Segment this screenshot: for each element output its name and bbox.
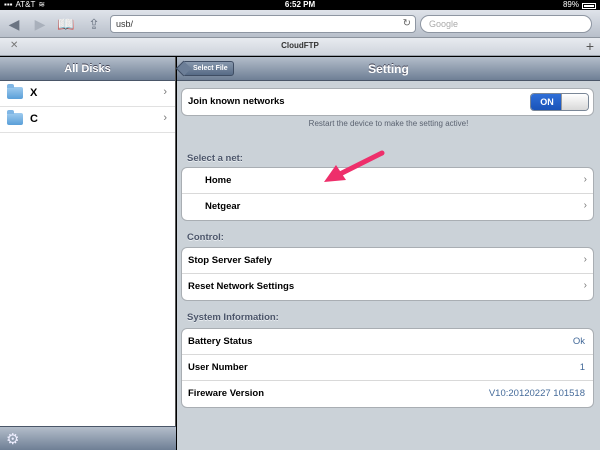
battery-percent: 89% [562, 0, 579, 9]
join-networks-group: Join known networks ON [181, 88, 594, 116]
restart-note: Restart the device to make the setting a… [308, 119, 469, 128]
net-label: Home [205, 175, 232, 186]
control-title: Control: [187, 232, 224, 243]
browser-toolbar: ◀ ▶ 📖 ⇪ usb/ ↻ Google [0, 10, 600, 38]
chevron-right-icon: › [583, 200, 587, 211]
net-label: Netgear [205, 201, 241, 212]
control-label: Stop Server Safely [188, 255, 272, 266]
status-bar: ▪▪▪ AT&T ≋ 6:52 PM 89% [0, 0, 600, 10]
chevron-right-icon: › [163, 86, 167, 98]
user-number-row: User Number 1 [182, 355, 593, 381]
folder-icon [7, 110, 23, 125]
forward-arrow-icon[interactable]: ▶ [30, 15, 50, 33]
disks-pane-title: All Disks [0, 57, 175, 81]
info-label: User Number [188, 362, 248, 373]
join-networks-label: Join known networks [188, 96, 285, 107]
info-value: V10:20120227 101518 [488, 388, 585, 399]
share-icon[interactable]: ⇪ [84, 15, 104, 33]
info-label: Battery Status [188, 336, 253, 347]
info-label: Fireware Version [188, 388, 265, 399]
clock: 6:52 PM [284, 0, 316, 9]
info-value: 1 [579, 362, 585, 373]
url-field[interactable]: usb/ ↻ [110, 15, 416, 33]
control-group: Stop Server Safely › Reset Network Setti… [181, 247, 594, 301]
toggle-on-label: ON [531, 94, 563, 110]
tab-title[interactable]: CloudFTP [0, 41, 600, 50]
disk-label: C [30, 113, 38, 125]
firmware-version-row: Fireware Version V10:20120227 101518 [182, 381, 593, 407]
new-tab-icon[interactable]: + [586, 38, 594, 54]
bookmarks-book-icon[interactable]: 📖 [56, 15, 76, 33]
disk-row-x[interactable]: X › [0, 81, 175, 107]
stop-server-row[interactable]: Stop Server Safely › [182, 248, 593, 274]
disks-pane: All Disks X › C › ⚙ [0, 57, 176, 450]
chevron-right-icon: › [583, 254, 587, 265]
settings-pane: Setting Select File Join known networks … [177, 57, 600, 450]
disks-pane-footer: ⚙ [0, 426, 176, 450]
search-field[interactable]: Google [420, 15, 592, 33]
net-row-netgear[interactable]: Netgear › [182, 194, 593, 220]
settings-header: Setting Select File [177, 57, 600, 81]
folder-icon [7, 84, 23, 99]
annotation-arrow-icon [324, 150, 385, 182]
battery-status-row: Battery Status Ok [182, 329, 593, 355]
join-networks-row: Join known networks ON [182, 89, 593, 115]
tab-strip: ✕ CloudFTP + [0, 38, 600, 56]
page-title: Setting [368, 62, 409, 76]
system-info-group: Battery Status Ok User Number 1 Fireware… [181, 328, 594, 408]
chevron-right-icon: › [163, 112, 167, 124]
join-networks-toggle[interactable]: ON [530, 93, 589, 111]
back-arrow-icon[interactable]: ◀ [4, 15, 24, 33]
chevron-right-icon: › [583, 280, 587, 291]
gear-icon[interactable]: ⚙ [6, 430, 19, 448]
reload-icon[interactable]: ↻ [403, 16, 411, 32]
url-text: usb/ [116, 19, 134, 29]
disk-label: X [30, 87, 38, 99]
select-file-button[interactable]: Select File [182, 61, 234, 76]
search-placeholder: Google [429, 19, 459, 29]
reset-network-row[interactable]: Reset Network Settings › [182, 274, 593, 300]
system-info-title: System Information: [187, 312, 279, 323]
control-label: Reset Network Settings [188, 281, 295, 292]
toggle-knob [561, 94, 588, 110]
info-value: Ok [572, 336, 585, 347]
chevron-right-icon: › [583, 174, 587, 185]
battery-icon [582, 3, 596, 9]
disk-row-c[interactable]: C › [0, 107, 175, 133]
select-net-title: Select a net: [187, 153, 243, 164]
